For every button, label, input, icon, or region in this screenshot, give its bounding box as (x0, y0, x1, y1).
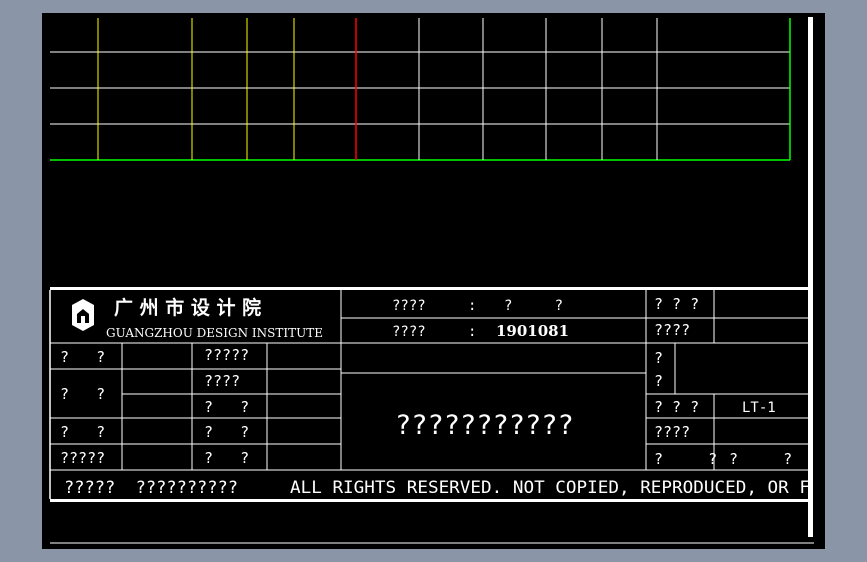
building-logo-icon (72, 299, 94, 331)
sign-row-role: ???? (204, 372, 240, 390)
sign-row-role: ? ? (204, 449, 249, 467)
right-bottom-label-1: ? ? (654, 450, 717, 468)
number-label: ???? (392, 324, 426, 340)
sign-row-label: ? ? (60, 348, 105, 366)
sign-row-role: ????? (204, 346, 249, 364)
drawing-no-value: LT-1 (742, 400, 776, 416)
frame-right-edge (808, 17, 813, 537)
cad-viewport[interactable]: 广 州 市 设 计 院 GUANGZHOU DESIGN INSTITUTE ?… (42, 13, 825, 549)
title-block-bottom-border (50, 499, 810, 502)
project-colon: : (468, 298, 476, 314)
sign-row-label: ? ? (60, 385, 105, 403)
title-block: 广 州 市 设 计 院 GUANGZHOU DESIGN INSTITUTE ?… (49, 287, 810, 502)
right-label-1: ? ? ? (654, 295, 699, 313)
drawing-no-label: ? ? ? (654, 398, 699, 416)
project-value: ? ? (504, 298, 563, 314)
sign-row-label: ????? (60, 449, 105, 467)
right-bottom-label-2: ? ? (729, 450, 792, 468)
scale-label: ???? (654, 423, 690, 441)
title-block-top-border (50, 287, 810, 290)
sign-row-role: ? ? (204, 398, 249, 416)
sign-row-role: ? ? (204, 423, 249, 441)
schedule-grid (50, 18, 791, 161)
drawing-title: ??????????? (395, 410, 574, 441)
number-value: 1901081 (496, 322, 569, 340)
institute-name-cn: 广 州 市 设 计 院 (114, 296, 261, 319)
footer-en-text: ALL RIGHTS RESERVED. NOT COPIED, REPRODU… (290, 478, 810, 498)
footer-cn-text: ????? ?????????? (64, 478, 238, 498)
institute-name-en: GUANGZHOU DESIGN INSTITUTE (106, 326, 323, 340)
cad-drawing: 广 州 市 设 计 院 GUANGZHOU DESIGN INSTITUTE ?… (49, 17, 814, 544)
sign-row-label: ? ? (60, 423, 105, 441)
right-label-3: ? (654, 349, 663, 367)
right-label-2: ???? (654, 321, 690, 339)
right-label-4: ? (654, 372, 663, 390)
number-colon: : (468, 324, 476, 340)
project-label: ???? (392, 298, 426, 314)
